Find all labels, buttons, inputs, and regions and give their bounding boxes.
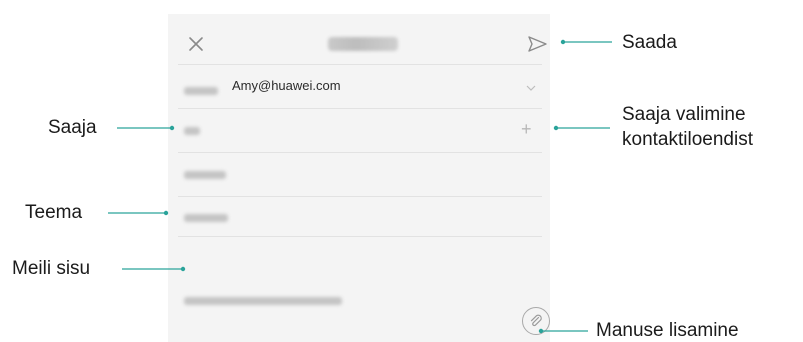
subject-callout-label: Teema (25, 202, 83, 223)
recipient-callout-label: Saaja (48, 117, 97, 138)
attachment-callout-label: Manuse lisamine (596, 320, 739, 341)
send-callout-label: Saada (622, 32, 677, 53)
callout-lines (108, 39, 612, 334)
body-callout-label: Meili sisu (12, 258, 91, 279)
pick-contacts-callout-label-line2: kontaktiloendist (622, 129, 753, 150)
pick-contacts-callout-label-line1: Saaja valimine (622, 104, 746, 125)
